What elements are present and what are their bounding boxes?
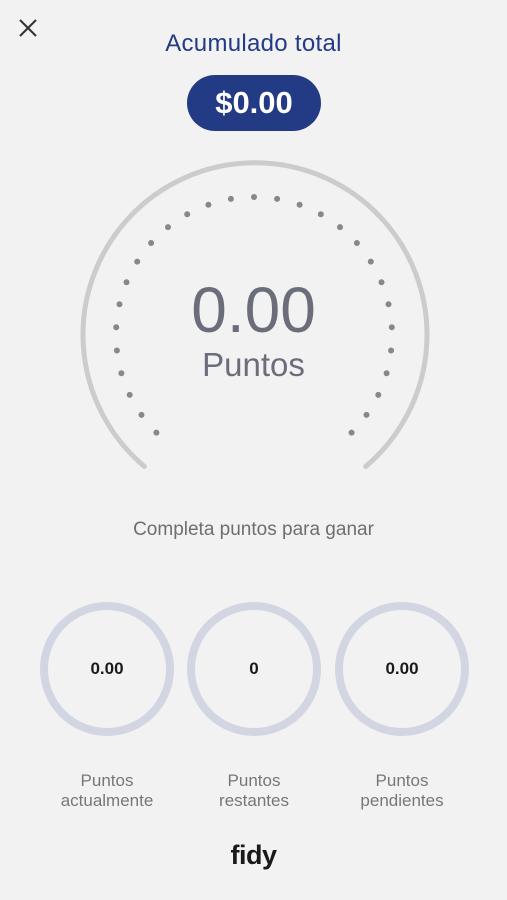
stat-label: Puntos actualmente bbox=[60, 771, 154, 810]
points-gauge bbox=[80, 160, 430, 469]
stat-ring: 0 bbox=[187, 602, 321, 736]
gauge-dot bbox=[367, 258, 374, 265]
stat-pending-points: 0.00 Puntos pendientes bbox=[335, 602, 469, 811]
gauge-points-label: Puntos bbox=[202, 346, 305, 383]
stat-ring: 0.00 bbox=[335, 602, 469, 736]
gauge-dot bbox=[337, 224, 343, 231]
gauge-dot bbox=[227, 195, 234, 202]
stat-label: Puntos restantes bbox=[219, 771, 289, 810]
gauge-points-value: 0.00 bbox=[191, 274, 316, 346]
gauge-dot bbox=[375, 391, 382, 398]
stat-value: 0.00 bbox=[90, 659, 124, 678]
gauge-dot bbox=[205, 201, 212, 208]
gauge-dot bbox=[153, 429, 160, 436]
stat-ring: 0.00 bbox=[40, 602, 174, 736]
gauge-dot bbox=[126, 391, 133, 398]
stat-current-points: 0.00 Puntos actualmente bbox=[40, 602, 174, 811]
gauge-dot bbox=[348, 429, 355, 436]
stat-value: 0 bbox=[249, 659, 259, 678]
gauge-dot bbox=[134, 258, 141, 265]
gauge-dot bbox=[138, 411, 145, 418]
gauge-dot bbox=[165, 224, 171, 231]
gauge-dot bbox=[363, 411, 370, 418]
goal-message: Completa puntos para ganar bbox=[133, 519, 374, 540]
brand-logo: fidy bbox=[230, 840, 277, 870]
gauge-dot bbox=[251, 194, 257, 200]
stat-remaining-points: 0 Puntos restantes bbox=[187, 602, 321, 811]
stat-label: Puntos pendientes bbox=[360, 771, 444, 810]
gauge-dot bbox=[353, 240, 360, 246]
stat-value: 0.00 bbox=[385, 659, 419, 678]
gauge-dot bbox=[274, 195, 281, 202]
gauge-dot bbox=[184, 211, 191, 218]
gauge-dot bbox=[317, 211, 324, 218]
gauge-dot bbox=[148, 240, 155, 246]
gauge-dot bbox=[296, 201, 303, 208]
